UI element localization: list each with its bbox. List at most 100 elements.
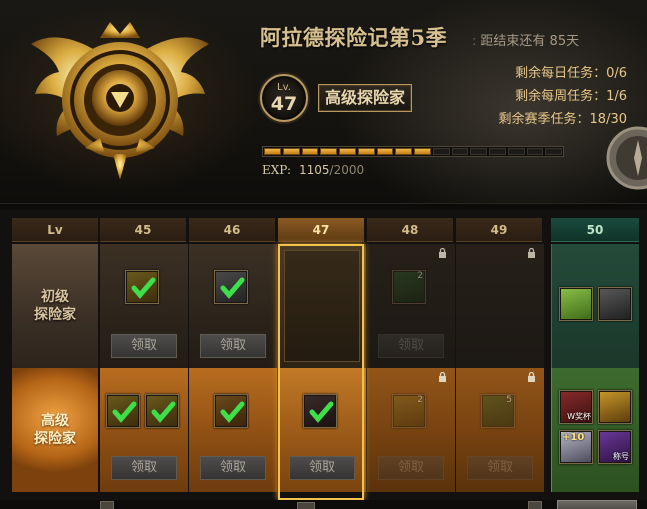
exp-segment	[376, 148, 394, 155]
basic-reward-47	[278, 244, 366, 368]
reward-count: 2	[417, 395, 423, 405]
claimed-check-icon	[309, 401, 334, 423]
exp-label: EXP:	[262, 163, 291, 177]
bottom-right-button[interactable]	[557, 500, 637, 509]
dark-dice-icon[interactable]	[598, 287, 632, 321]
exp-current: 1105	[299, 163, 330, 177]
advanced-explorer-row-label: 高级 探险家	[12, 368, 98, 492]
exp-segment	[470, 148, 487, 155]
level-47-header: 47	[278, 218, 364, 242]
reward-count: 2	[417, 271, 423, 281]
trophy-badge-text: W奖杯	[567, 412, 591, 421]
basic-row-label-line2: 探险家	[34, 307, 76, 323]
claim-button[interactable]: 领取	[111, 456, 177, 480]
trophy-icon[interactable]: W奖杯	[559, 390, 593, 424]
exp-segment	[282, 148, 300, 155]
lock-icon	[439, 248, 446, 258]
weekly-task-value: 1/6	[606, 89, 627, 104]
claim-button[interactable]: 领取	[200, 334, 266, 358]
season-countdown: : 距结束还有 85天	[472, 34, 580, 49]
season-emblem-icon	[31, 22, 209, 180]
green-dice-icon[interactable]	[559, 287, 593, 321]
level-number: 47	[270, 93, 298, 115]
level-45-header: 45	[100, 218, 186, 242]
advanced-reward-46: 领取	[189, 368, 277, 492]
level-46-header: 46	[189, 218, 275, 242]
exp-segment	[451, 148, 469, 155]
exp-segment	[357, 148, 375, 155]
exp-segment	[545, 148, 562, 155]
scroll-left-arrow-icon[interactable]	[100, 501, 114, 509]
green-crystal-icon[interactable]: 5	[481, 394, 515, 428]
season-task-label: 剩余赛季任务：	[498, 112, 590, 127]
claimed-check-icon	[112, 401, 137, 423]
exp-readout: EXP: 1105/2000	[262, 163, 364, 177]
green-crystal-icon[interactable]: 2	[392, 270, 426, 304]
claimed-check-icon	[220, 277, 245, 299]
title-badge-text: 称号	[613, 452, 629, 461]
title-icon[interactable]: 称号	[598, 430, 632, 464]
exp-segment	[432, 148, 450, 155]
exp-progress-bar	[262, 146, 564, 157]
enhance-dice-icon[interactable]: +10	[559, 430, 593, 464]
token-icon[interactable]	[303, 394, 337, 428]
free-ticket-icon[interactable]	[125, 270, 159, 304]
compass-icon	[606, 126, 647, 190]
scroll-right-arrow-icon[interactable]	[528, 501, 542, 509]
reward-track: Lv 45 46 47 48 49 50 初级 探险家 高级 探险家 领取 领取 2…	[0, 210, 647, 509]
free-ticket-icon[interactable]: 2	[392, 394, 426, 428]
advanced-reward-47: 领取	[278, 368, 366, 492]
exp-segment	[320, 148, 337, 155]
exp-segment	[489, 148, 506, 155]
gold-weapon-icon[interactable]	[598, 390, 632, 424]
exp-segment	[507, 148, 525, 155]
level-badge: Lv. 47	[260, 74, 308, 122]
level-column-header: Lv	[12, 218, 98, 242]
lock-icon	[528, 372, 535, 382]
advanced-reward-48: 2 领取	[367, 368, 455, 492]
scroll-thumb[interactable]	[297, 502, 315, 509]
claimed-check-icon	[131, 277, 156, 299]
basic-reward-46: 领取	[189, 244, 277, 368]
free-ticket-icon[interactable]	[106, 394, 140, 428]
lock-icon	[528, 248, 535, 258]
chest-icon[interactable]	[214, 394, 248, 428]
advanced-reward-45: 领取	[100, 368, 188, 492]
level-49-header: 49	[456, 218, 542, 242]
lock-icon	[439, 372, 446, 382]
claim-button[interactable]: 领取	[111, 334, 177, 358]
level-50-header: 50	[551, 218, 639, 242]
basic-row-label-line1: 初级	[41, 289, 69, 305]
exp-total: /2000	[329, 163, 365, 177]
rank-title: 高级探险家	[318, 84, 413, 112]
horizontal-scrollbar[interactable]	[0, 500, 647, 509]
advanced-row-label-line1: 高级	[41, 413, 69, 429]
basic-reward-45: 领取	[100, 244, 188, 368]
claim-button[interactable]: 领取	[378, 456, 444, 480]
basic-reward-49	[456, 244, 544, 368]
daily-task-value: 0/6	[606, 66, 627, 81]
exp-segment	[526, 148, 544, 155]
advanced-row-label-line2: 探险家	[34, 431, 76, 447]
basic-reward-48: 2 领取	[367, 244, 455, 368]
exp-segment	[301, 148, 319, 155]
chest-icon[interactable]	[214, 270, 248, 304]
exp-segment	[339, 148, 356, 155]
exp-segment	[414, 148, 431, 155]
daily-task-label: 剩余每日任务：	[515, 66, 607, 81]
advanced-reward-50: W奖杯 +10 称号	[551, 368, 639, 492]
claimed-check-icon	[220, 401, 245, 423]
season-title: 阿拉德探险记第5季	[260, 25, 448, 50]
basic-explorer-row-label: 初级 探险家	[12, 244, 98, 368]
basic-reward-50	[551, 244, 639, 368]
claim-button[interactable]: 领取	[200, 456, 266, 480]
free-ticket-icon[interactable]	[145, 394, 179, 428]
claim-button[interactable]: 领取	[378, 334, 444, 358]
weekly-task-label: 剩余每周任务：	[515, 89, 607, 104]
claim-button[interactable]: 领取	[467, 456, 533, 480]
exp-segment	[395, 148, 412, 155]
reward-count: 5	[506, 395, 512, 405]
countdown-label: 距结束还有	[480, 34, 546, 49]
claim-button[interactable]: 领取	[289, 456, 355, 480]
season-header: 阿拉德探险记第5季 : 距结束还有 85天 Lv. 47 高级探险家 剩余每日任务…	[0, 0, 647, 204]
